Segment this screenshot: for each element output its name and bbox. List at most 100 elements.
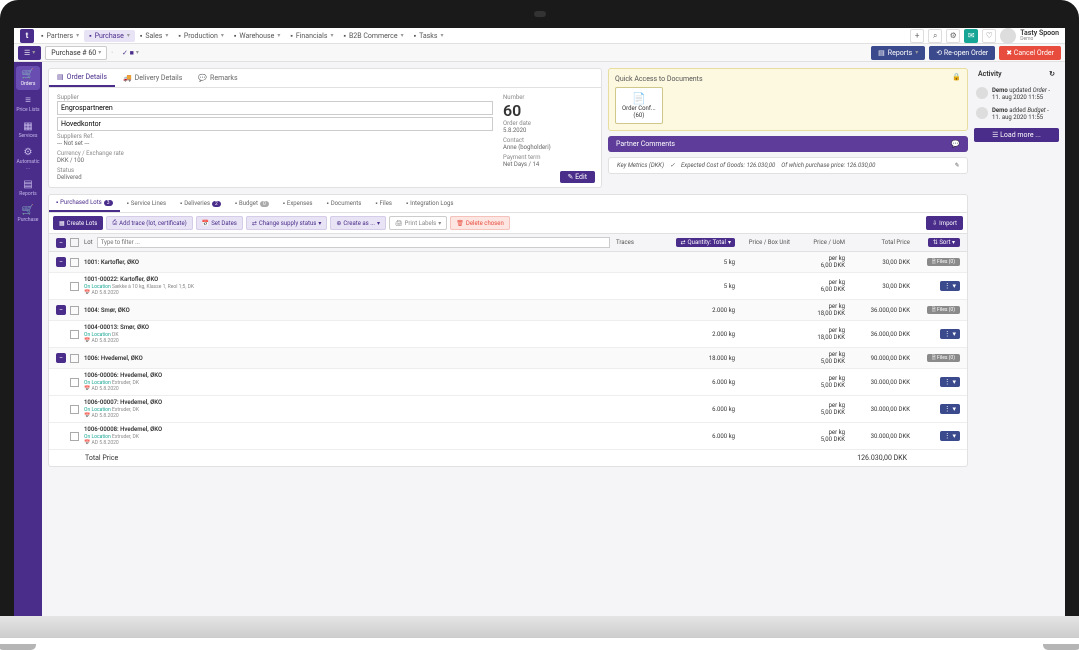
row-checkbox[interactable]	[70, 306, 79, 315]
partner-comments-bar[interactable]: Partner Comments 💬	[608, 136, 968, 152]
edit-button[interactable]: ✎ Edit	[560, 171, 595, 183]
reopen-order-button[interactable]: ⟲ Re-open Order	[929, 46, 995, 60]
currency-label: Currency / Exchange rate	[57, 150, 493, 157]
row-menu-button[interactable]: ⋮ ▾	[940, 377, 960, 387]
lot-filter-input[interactable]	[97, 237, 610, 248]
row-menu-button[interactable]: ⋮ ▾	[940, 431, 960, 441]
metrics-edit-icon[interactable]: ✎	[954, 162, 959, 169]
document-icon: 📄	[622, 92, 656, 105]
breadcrumb[interactable]: Purchase # 60 ▾	[45, 46, 107, 60]
contact-value: Anne (bogholderi)	[503, 144, 593, 151]
nav-sales[interactable]: ▪ Sales ▾	[135, 30, 174, 42]
user-menu[interactable]: Tasty Spoon Demo	[1000, 28, 1059, 44]
back-button[interactable]: ☰ ▾	[18, 46, 41, 60]
tab-remarks[interactable]: 💬 Remarks	[190, 69, 245, 87]
delete-chosen-button[interactable]: 🗑 Delete chosen	[450, 216, 509, 230]
sidebar-purchase[interactable]: 🛒Purchase	[16, 202, 40, 226]
order-number: 60	[503, 101, 593, 120]
lock-icon[interactable]: 🔒	[952, 73, 961, 81]
print-labels-button[interactable]: 🖨 Print Labels ▾	[389, 216, 447, 230]
nav-tasks[interactable]: ▪ Tasks ▾	[409, 30, 449, 42]
chat-icon[interactable]: ✉	[964, 29, 978, 43]
gridtab-deliveries[interactable]: ▪ Deliveries 2	[173, 195, 228, 212]
import-button[interactable]: ⇩ Import	[926, 216, 963, 230]
add-trace-button[interactable]: ⎙ Add trace (lot, certificate)	[106, 216, 192, 230]
col-puom-label: Price / UoM	[793, 239, 848, 246]
ref-label: Suppliers Ref.	[57, 133, 493, 140]
sidebar-automatic-[interactable]: ⚙Automatic ...	[16, 144, 40, 174]
files-button[interactable]: 🗎 Files (0)	[927, 354, 960, 362]
change-supply-button[interactable]: ⇄ Change supply status ▾	[246, 216, 328, 230]
cancel-order-button[interactable]: ✖ Cancel Order	[999, 46, 1061, 60]
quantity-toggle[interactable]: ⇄ Quantity: Total ▾	[676, 238, 735, 247]
nav-production[interactable]: ▪ Production ▾	[173, 30, 229, 42]
row-checkbox[interactable]	[70, 282, 79, 291]
row-checkbox[interactable]	[70, 405, 79, 414]
gear-icon[interactable]: ⚙	[946, 29, 960, 43]
activity-refresh-icon[interactable]: ↻	[1049, 70, 1055, 78]
row-menu-button[interactable]: ⋮ ▾	[940, 281, 960, 291]
sidebar-orders[interactable]: 🛒Orders	[16, 66, 40, 90]
payment-value: Net Days / 14	[503, 161, 593, 168]
total-row: Total Price 126.030,00 DKK	[49, 450, 967, 466]
supplier-field[interactable]	[57, 101, 493, 115]
chat-bubble-icon: 💬	[951, 140, 960, 148]
add-icon[interactable]: +	[910, 29, 924, 43]
gridtab-files[interactable]: ▪ Files	[368, 195, 399, 212]
row-menu-button[interactable]: ⋮ ▾	[940, 329, 960, 339]
expand-all-button[interactable]: −	[56, 238, 66, 248]
row-checkbox[interactable]	[70, 378, 79, 387]
activity-title: Activity	[978, 70, 1002, 78]
search-icon[interactable]: ⌕	[928, 29, 942, 43]
currency-value: DKK / 100	[57, 157, 493, 164]
row-checkbox[interactable]	[70, 354, 79, 363]
select-all-checkbox[interactable]	[70, 238, 79, 247]
sidebar-price-lists[interactable]: ≡Price Lists	[16, 92, 40, 116]
create-as-button[interactable]: ⊕ Create as ... ▾	[330, 216, 386, 230]
nav-b2b-commerce[interactable]: ▪ B2B Commerce ▾	[338, 30, 408, 42]
sidebar-services[interactable]: ▦Services	[16, 118, 40, 142]
document-card[interactable]: 📄 Order Conf... (60)	[615, 87, 663, 124]
avatar	[1000, 28, 1016, 44]
expand-row-button[interactable]: −	[56, 305, 66, 315]
tab-delivery-details[interactable]: 🚚 Delivery Details	[115, 69, 190, 87]
quick-access-panel: Quick Access to Documents 🔒 📄 Order Conf…	[608, 68, 968, 131]
set-dates-button[interactable]: 📅 Set Dates	[196, 216, 243, 230]
sort-button[interactable]: ⇅ Sort ▾	[928, 238, 960, 247]
check-button[interactable]: ✓ ■ ▾	[117, 47, 144, 59]
gridtab-purchased-lots[interactable]: ▪ Purchased Lots 3	[49, 195, 120, 212]
app-logo[interactable]: t	[20, 29, 34, 43]
sidebar-reports[interactable]: ▤Reports	[16, 176, 40, 200]
contact-label: Contact	[503, 137, 593, 144]
expand-row-button[interactable]: −	[56, 353, 66, 363]
row-checkbox[interactable]	[70, 330, 79, 339]
tab-order-details[interactable]: ▤ Order Details	[49, 69, 115, 87]
gridtab-expenses[interactable]: ▪ Expenses	[276, 195, 320, 212]
date-value: 5.8.2020	[503, 127, 593, 134]
user-role: Demo	[1020, 37, 1059, 42]
table-row-parent: −1006: Hvedemel, ØKO18.000 kgper kg5,00 …	[49, 348, 967, 369]
row-checkbox[interactable]	[70, 258, 79, 267]
col-lot-label: Lot	[84, 239, 93, 246]
files-button[interactable]: 🗎 Files (0)	[927, 258, 960, 266]
table-row-child: 1006-00007: Hvedemel, ØKOOn Location Ext…	[49, 396, 967, 423]
load-more-button[interactable]: ☰ Load more ...	[974, 128, 1059, 142]
supplier2-field[interactable]	[57, 117, 493, 131]
gridtab-budget[interactable]: ▪ Budget 0	[228, 195, 276, 212]
expand-row-button[interactable]: −	[56, 257, 66, 267]
create-lots-button[interactable]: ▦ Create Lots	[53, 216, 103, 230]
nav-warehouse[interactable]: ▪ Warehouse ▾	[229, 30, 285, 42]
bell-icon[interactable]: ♡	[982, 29, 996, 43]
nav-financials[interactable]: ▪ Financials ▾	[285, 30, 338, 42]
nav-partners[interactable]: ▪ Partners ▾	[36, 30, 84, 42]
nav-purchase[interactable]: ▪ Purchase ▾	[84, 30, 135, 42]
left-sidebar: 🛒Orders≡Price Lists▦Services⚙Automatic .…	[14, 62, 42, 616]
reports-button[interactable]: ▤ Reports ▾	[871, 46, 925, 60]
row-checkbox[interactable]	[70, 432, 79, 441]
status-label: Status	[57, 167, 493, 174]
gridtab-service-lines[interactable]: ▪ Service Lines	[120, 195, 173, 212]
gridtab-integration-logs[interactable]: ▪ Integration Logs	[399, 195, 461, 212]
row-menu-button[interactable]: ⋮ ▾	[940, 404, 960, 414]
files-button[interactable]: 🗎 Files (0)	[927, 306, 960, 314]
gridtab-documents[interactable]: ▪ Documents	[320, 195, 369, 212]
